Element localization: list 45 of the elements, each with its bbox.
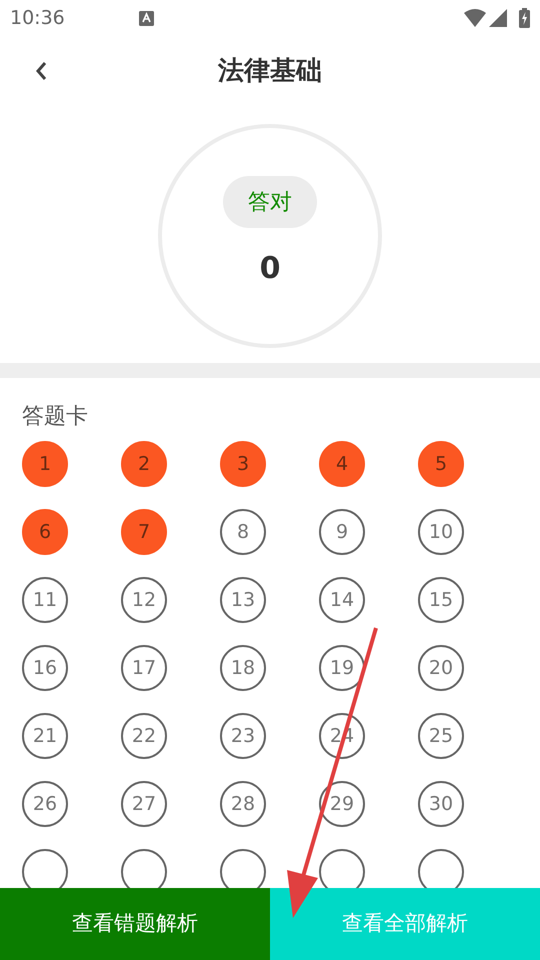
question-number[interactable]: 1 xyxy=(22,441,68,487)
back-icon xyxy=(35,61,47,81)
question-number[interactable] xyxy=(22,849,68,888)
question-number[interactable] xyxy=(319,849,365,888)
signal-icon xyxy=(489,9,507,27)
question-number[interactable]: 23 xyxy=(220,713,266,759)
question-number[interactable]: 10 xyxy=(418,509,464,555)
question-number[interactable]: 5 xyxy=(418,441,464,487)
question-number[interactable]: 27 xyxy=(121,781,167,827)
wifi-icon xyxy=(464,9,486,27)
page-title: 法律基础 xyxy=(218,54,322,88)
question-number[interactable]: 2 xyxy=(121,441,167,487)
question-number[interactable]: 28 xyxy=(220,781,266,827)
question-number[interactable]: 26 xyxy=(22,781,68,827)
keyboard-icon xyxy=(138,10,154,26)
question-number[interactable]: 12 xyxy=(121,577,167,623)
question-number[interactable]: 8 xyxy=(220,509,266,555)
question-number[interactable]: 21 xyxy=(22,713,68,759)
correct-badge: 答对 xyxy=(223,176,317,228)
question-number[interactable]: 7 xyxy=(121,509,167,555)
question-number[interactable]: 9 xyxy=(319,509,365,555)
question-number[interactable]: 25 xyxy=(418,713,464,759)
question-number[interactable]: 14 xyxy=(319,577,365,623)
answer-card-title: 答题卡 xyxy=(22,403,89,431)
question-number[interactable]: 29 xyxy=(319,781,365,827)
question-number[interactable] xyxy=(220,849,266,888)
question-number[interactable] xyxy=(121,849,167,888)
question-number[interactable] xyxy=(418,849,464,888)
question-number[interactable]: 22 xyxy=(121,713,167,759)
question-number[interactable]: 16 xyxy=(22,645,68,691)
status-time: 10:36 xyxy=(10,6,65,31)
battery-icon xyxy=(519,8,530,28)
question-number[interactable]: 6 xyxy=(22,509,68,555)
wrong-answers-button[interactable]: 查看错题解析 xyxy=(0,888,270,960)
question-number[interactable]: 17 xyxy=(121,645,167,691)
correct-count: 0 xyxy=(260,254,280,284)
question-number[interactable]: 18 xyxy=(220,645,266,691)
question-number[interactable]: 3 xyxy=(220,441,266,487)
question-number[interactable]: 20 xyxy=(418,645,464,691)
question-number[interactable]: 19 xyxy=(319,645,365,691)
question-number[interactable]: 30 xyxy=(418,781,464,827)
question-number[interactable]: 15 xyxy=(418,577,464,623)
question-number[interactable]: 13 xyxy=(220,577,266,623)
question-number[interactable]: 4 xyxy=(319,441,365,487)
question-number[interactable]: 11 xyxy=(22,577,68,623)
